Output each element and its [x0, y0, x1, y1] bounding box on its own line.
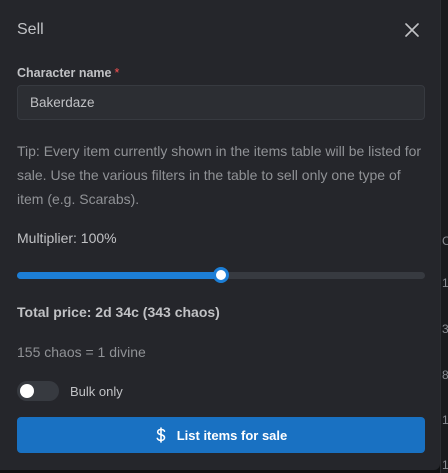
character-name-label-text: Character name: [17, 66, 112, 80]
modal-title: Sell: [17, 21, 44, 38]
background-column-glyph: 1: [442, 458, 448, 472]
multiplier-slider[interactable]: [17, 266, 425, 286]
background-column-glyph: 3: [442, 322, 448, 336]
slider-thumb[interactable]: [213, 267, 229, 283]
required-asterisk: *: [114, 66, 120, 80]
character-name-label: Character name *: [17, 66, 119, 80]
bulk-only-label: Bulk only: [70, 383, 123, 399]
toggle-knob: [20, 384, 34, 398]
background-column-glyph: 1: [442, 276, 448, 290]
bulk-only-toggle[interactable]: [17, 381, 59, 401]
tip-text: Tip: Every item currently shown in the i…: [17, 143, 422, 207]
dollar-icon: [155, 427, 167, 443]
character-name-input[interactable]: [17, 85, 425, 120]
sell-modal: Sell Character name* Tip: Every item cur…: [0, 0, 440, 470]
list-items-button[interactable]: List items for sale: [17, 417, 425, 453]
background-column-glyph: C: [442, 234, 448, 248]
close-button[interactable]: [401, 19, 423, 41]
background-column-glyph: 1: [442, 413, 448, 427]
modal-header: Sell: [17, 19, 423, 41]
close-icon: [405, 23, 419, 37]
multiplier-label: Multiplier: 100%: [17, 230, 117, 246]
exchange-rate: 155 chaos = 1 divine: [17, 344, 146, 360]
slider-fill: [17, 272, 221, 279]
bulk-only-row: Bulk only: [17, 381, 123, 401]
background-column-glyph: 8: [442, 368, 448, 382]
list-items-label: List items for sale: [176, 427, 288, 443]
total-price: Total price: 2d 34c (343 chaos): [17, 304, 220, 320]
